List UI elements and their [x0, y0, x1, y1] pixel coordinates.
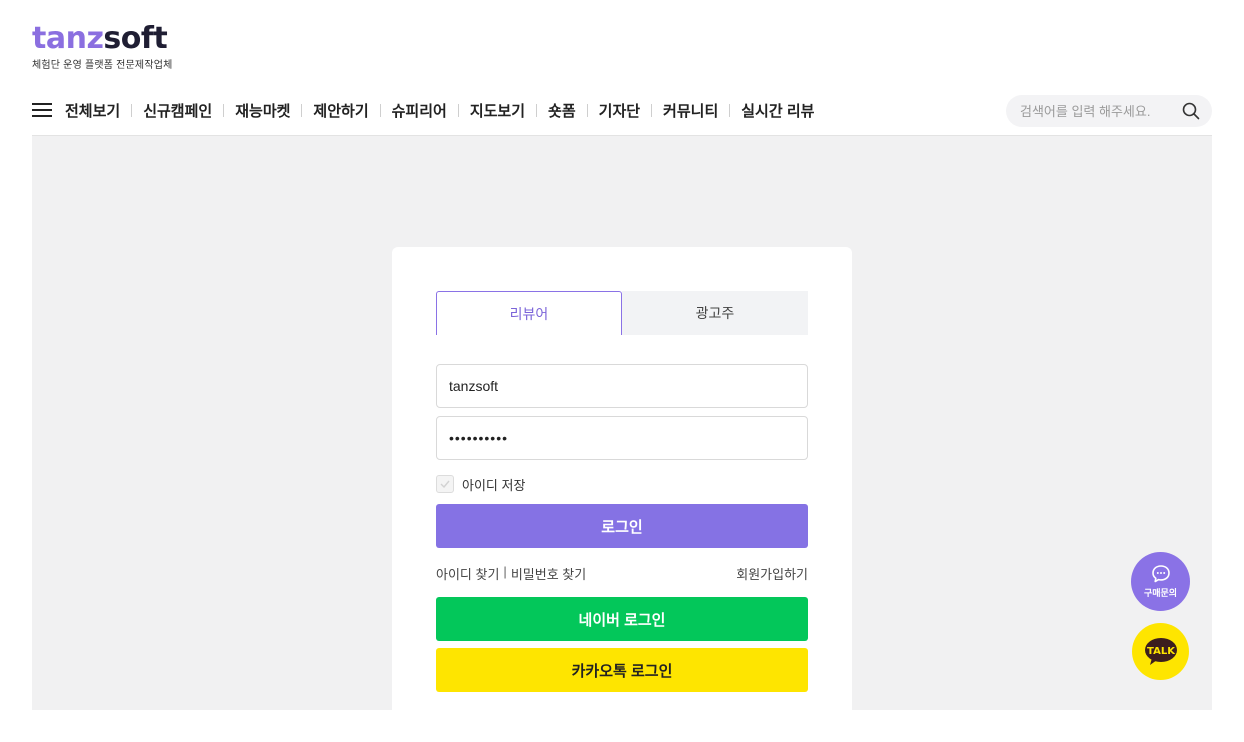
password-input[interactable] — [436, 416, 808, 460]
search-input[interactable] — [1020, 95, 1180, 127]
nav-separator — [651, 103, 653, 117]
nav-separator — [223, 103, 225, 117]
search-icon[interactable] — [1182, 102, 1200, 120]
logo-part-soft: soft — [103, 21, 168, 56]
login-tabs: 리뷰어 광고주 — [436, 291, 808, 335]
talk-label: TALK — [1147, 646, 1176, 657]
logo-wordmark: tanzsoft — [32, 22, 173, 56]
main-nav: 전체보기 신규캠페인 재능마켓 제안하기 슈피리어 지도보기 숏폼 기자단 커뮤… — [32, 94, 814, 126]
nav-item-propose[interactable]: 제안하기 — [313, 100, 368, 121]
nav-separator — [301, 103, 303, 117]
hamburger-icon[interactable] — [32, 103, 52, 117]
main-content: 리뷰어 광고주 아이디 저장 로그인 아이디 찾기 | 비밀번호 찾기 회원가입… — [32, 136, 1212, 717]
nav-separator — [131, 103, 133, 117]
nav-item-superior[interactable]: 슈피리어 — [392, 100, 447, 121]
link-separator: | — [503, 564, 507, 579]
naver-login-button[interactable]: 네이버 로그인 — [436, 597, 808, 641]
site-header: tanzsoft 체험단 운영 플랫폼 전문제작업체 전체보기 신규캠페인 재능… — [0, 0, 1244, 136]
kakao-talk-button[interactable]: TALK — [1132, 623, 1189, 680]
login-button[interactable]: 로그인 — [436, 504, 808, 548]
tab-reviewer[interactable]: 리뷰어 — [436, 291, 622, 335]
nav-separator — [457, 103, 459, 117]
logo[interactable]: tanzsoft 체험단 운영 플랫폼 전문제작업체 — [32, 22, 173, 72]
nav-separator — [729, 103, 731, 117]
checkmark-icon — [440, 480, 450, 488]
nav-separator — [536, 103, 538, 117]
search-box — [1006, 95, 1212, 127]
nav-item-community[interactable]: 커뮤니티 — [663, 100, 718, 121]
nav-item-all[interactable]: 전체보기 — [65, 100, 120, 121]
nav-separator — [586, 103, 588, 117]
username-input[interactable] — [436, 364, 808, 408]
nav-item-map[interactable]: 지도보기 — [470, 100, 525, 121]
remember-id-label: 아이디 저장 — [462, 477, 526, 493]
find-id-link[interactable]: 아이디 찾기 — [436, 564, 499, 583]
account-links: 아이디 찾기 | 비밀번호 찾기 회원가입하기 — [436, 564, 808, 582]
nav-item-talent-market[interactable]: 재능마켓 — [235, 100, 290, 121]
nav-item-reporters[interactable]: 기자단 — [599, 100, 640, 121]
tab-advertiser[interactable]: 광고주 — [622, 291, 808, 335]
logo-part-tanz: tanz — [32, 21, 104, 56]
find-password-link[interactable]: 비밀번호 찾기 — [511, 564, 586, 583]
purchase-inquiry-button[interactable]: 구매문의 — [1131, 552, 1190, 611]
kakao-login-button[interactable]: 카카오톡 로그인 — [436, 648, 808, 692]
purchase-inquiry-label: 구매문의 — [1143, 588, 1178, 598]
nav-item-new-campaign[interactable]: 신규캠페인 — [143, 100, 212, 121]
nav-item-live-review[interactable]: 실시간 리뷰 — [741, 100, 814, 121]
logo-tagline: 체험단 운영 플랫폼 전문제작업체 — [32, 60, 173, 71]
remember-id-checkbox[interactable] — [436, 475, 454, 493]
signup-link[interactable]: 회원가입하기 — [736, 564, 808, 583]
remember-id[interactable]: 아이디 저장 — [436, 475, 525, 493]
kakao-talk-icon: TALK — [1144, 637, 1177, 665]
nav-separator — [379, 103, 381, 117]
login-card: 리뷰어 광고주 아이디 저장 로그인 아이디 찾기 | 비밀번호 찾기 회원가입… — [392, 247, 852, 717]
nav-item-shortform[interactable]: 숏폼 — [548, 100, 576, 121]
chat-bubble-icon — [1151, 565, 1170, 583]
